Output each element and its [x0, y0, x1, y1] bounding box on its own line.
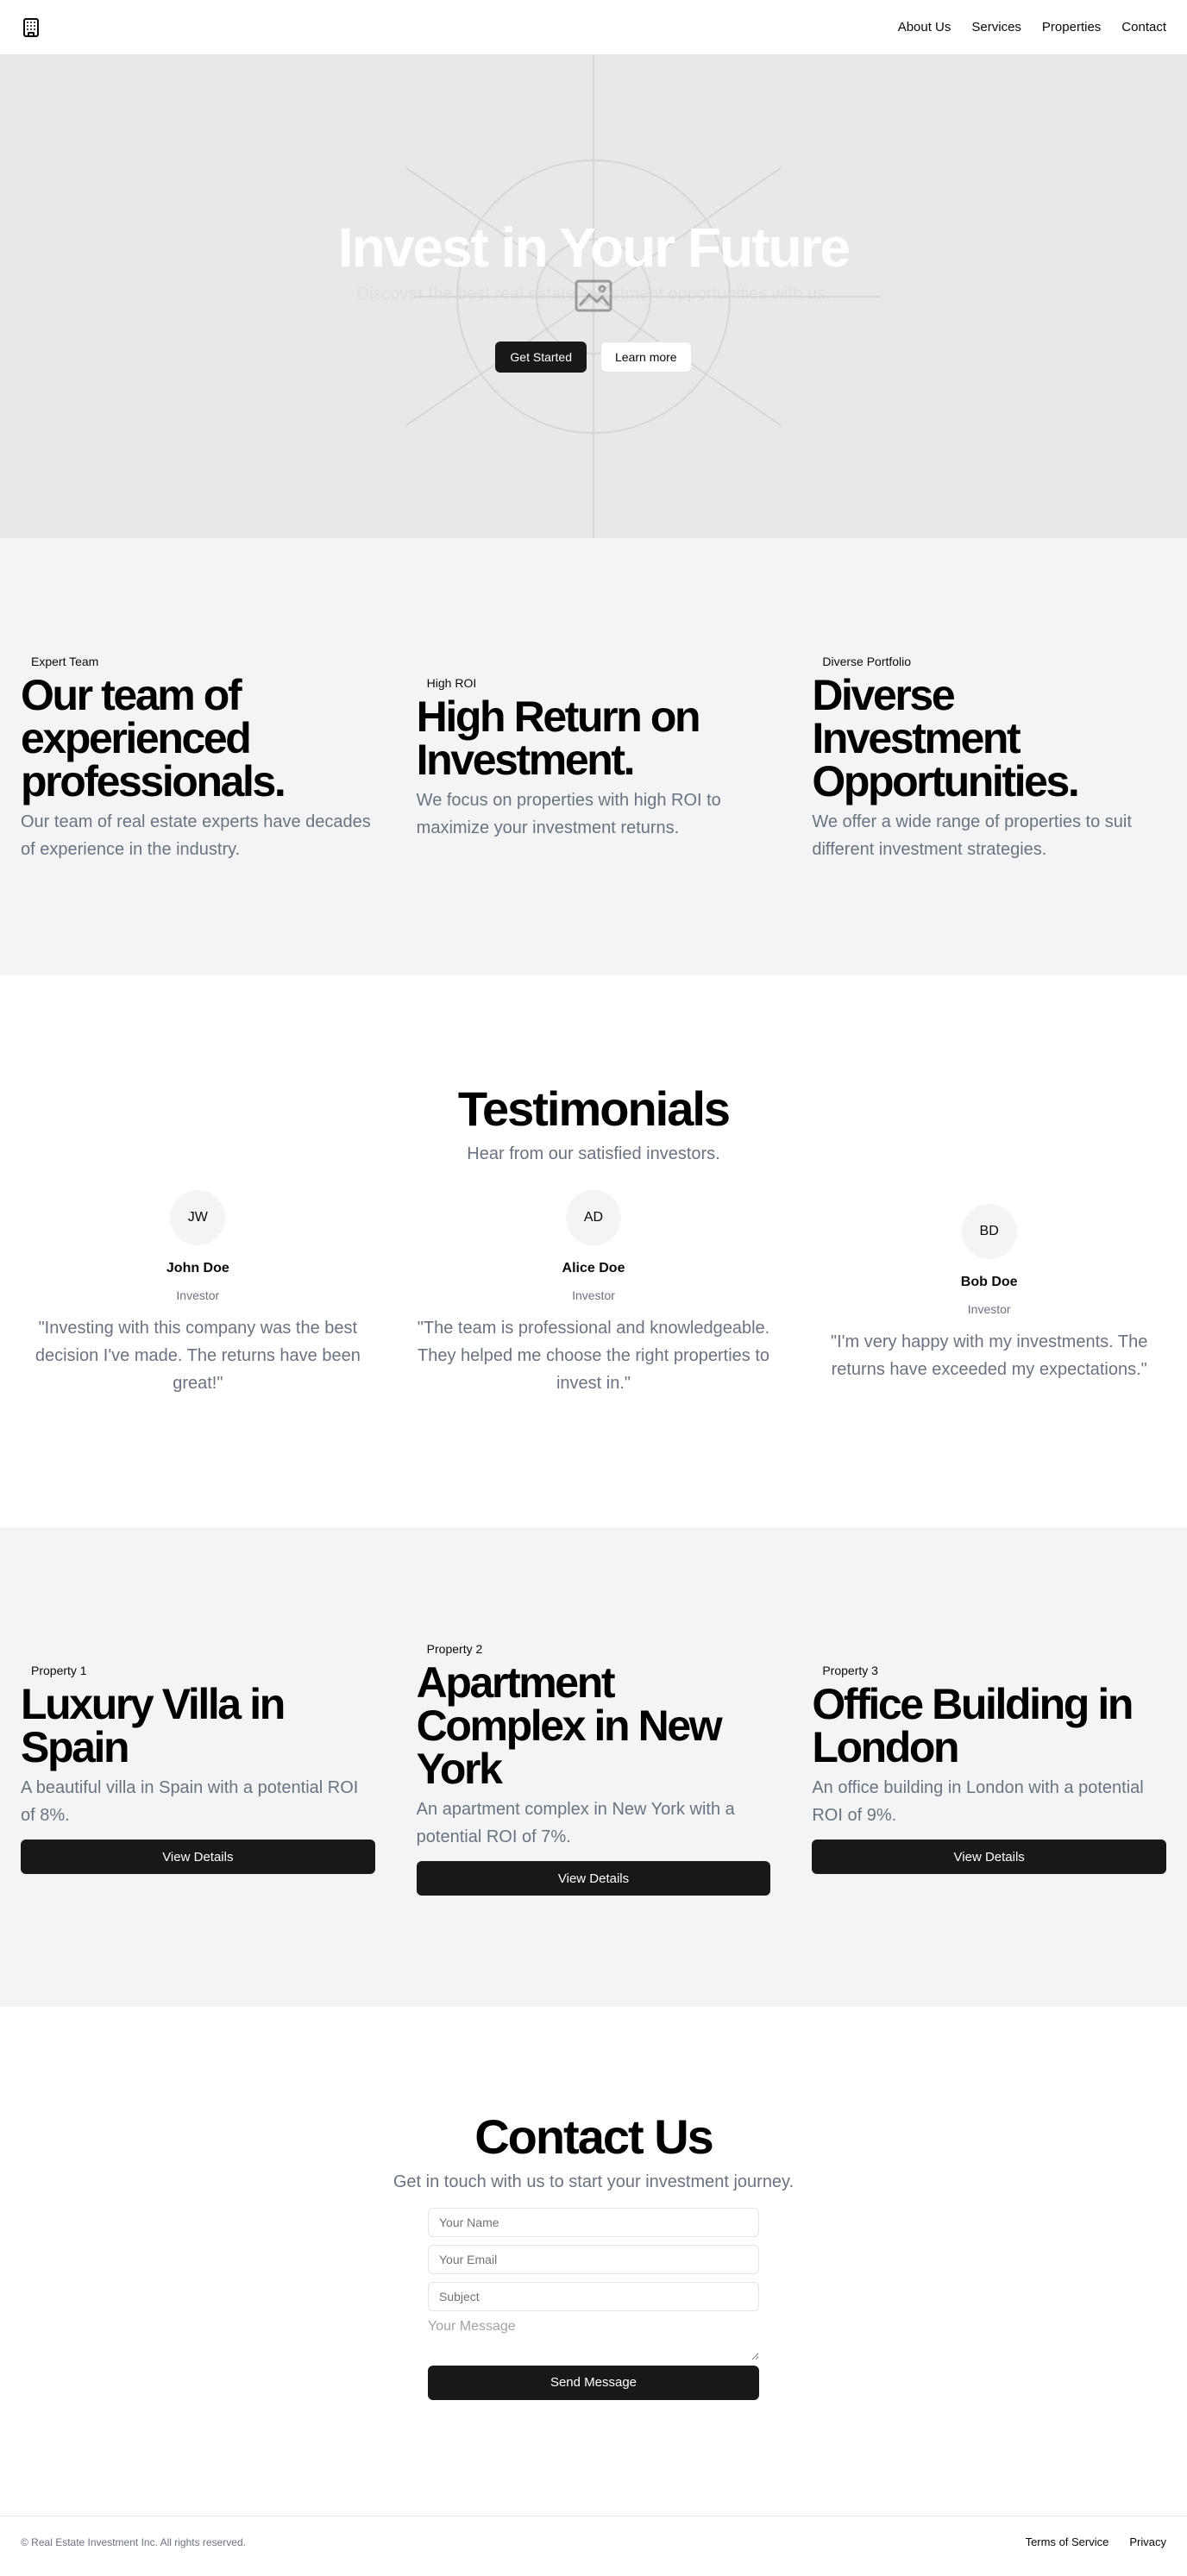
footer: © Real Estate Investment Inc. All rights…	[0, 2516, 1187, 2567]
testimonial-role: Investor	[572, 1288, 615, 1302]
property-badge: Property 2	[416, 1639, 493, 1659]
property-title: Office Building in London	[812, 1680, 1134, 1771]
testimonial-role: Investor	[967, 1301, 1011, 1316]
properties-section: Property 1 Luxury Villa in Spain A beaut…	[0, 1527, 1187, 2007]
hero-title: Invest in Your Future	[337, 216, 851, 279]
privacy-link[interactable]: Privacy	[1129, 2535, 1166, 2548]
property-title: Apartment Complex in New York	[416, 1658, 723, 1793]
hero-section: Invest in Your Future Discover the best …	[0, 55, 1187, 538]
hero-subtitle: Discover the best real estate investment…	[356, 285, 831, 304]
feature-badge: Expert Team	[21, 650, 110, 672]
get-started-button[interactable]: Get Started	[495, 342, 587, 373]
feature-title: Diverse Investment Opportunities.	[812, 670, 1079, 805]
view-details-button[interactable]: View Details	[416, 1861, 771, 1896]
property-text: A beautiful villa in Spain with a potent…	[21, 1778, 359, 1825]
avatar: BD	[961, 1203, 1017, 1259]
nav-links: About Us Services Properties Contact	[898, 20, 1166, 34]
copyright-text: © Real Estate Investment Inc. All rights…	[21, 2535, 246, 2548]
name-field[interactable]	[428, 2207, 759, 2237]
testimonial-card: JW John Doe Investor "Investing with thi…	[21, 1189, 375, 1397]
feature-title: High Return on Investment.	[416, 692, 701, 784]
property-card: Property 2 Apartment Complex in New York…	[416, 1639, 771, 1896]
nav-link-properties[interactable]: Properties	[1042, 20, 1101, 34]
feature-card: Expert Team Our team of experienced prof…	[21, 650, 375, 863]
contact-section: Contact Us Get in touch with us to start…	[0, 2007, 1187, 2516]
feature-text: We focus on properties with high ROI to …	[416, 790, 721, 837]
view-details-button[interactable]: View Details	[21, 1840, 375, 1874]
testimonials-list: JW John Doe Investor "Investing with thi…	[0, 1189, 1187, 1397]
testimonials-subtitle: Hear from our satisfied investors.	[467, 1144, 720, 1163]
view-details-button[interactable]: View Details	[812, 1840, 1167, 1874]
testimonials-section: Testimonials Hear from our satisfied inv…	[0, 975, 1187, 1527]
testimonial-card: BD Bob Doe Investor "I'm very happy with…	[812, 1203, 1166, 1383]
feature-text: We offer a wide range of properties to s…	[812, 812, 1132, 859]
testimonial-name: Bob Doe	[960, 1274, 1018, 1289]
feature-badge: Diverse Portfolio	[812, 650, 922, 672]
testimonial-quote: "The team is professional and knowledgea…	[417, 1318, 770, 1393]
avatar: JW	[170, 1189, 226, 1245]
footer-links: Terms of Service Privacy	[1026, 2535, 1166, 2548]
feature-badge: High ROI	[416, 672, 487, 693]
hero-content: Invest in Your Future Discover the best …	[0, 55, 1187, 538]
feature-title: Our team of experienced professionals.	[21, 670, 286, 805]
feature-card: High ROI High Return on Investment. We f…	[416, 672, 771, 842]
feature-card: Diverse Portfolio Diverse Investment Opp…	[812, 650, 1166, 863]
testimonials-title: Testimonials	[457, 1081, 731, 1136]
property-badge: Property 3	[812, 1660, 889, 1681]
property-text: An office building in London with a pote…	[812, 1778, 1144, 1825]
avatar: AD	[566, 1189, 621, 1245]
property-card: Property 1 Luxury Villa in Spain A beaut…	[21, 1660, 375, 1874]
subject-field[interactable]	[428, 2281, 759, 2311]
nav-link-contact[interactable]: Contact	[1121, 20, 1166, 34]
building-icon[interactable]	[21, 17, 41, 38]
feature-text: Our team of real estate experts have dec…	[21, 812, 371, 859]
property-badge: Property 1	[21, 1660, 97, 1681]
testimonial-quote: "Investing with this company was the bes…	[35, 1318, 361, 1393]
contact-subtitle: Get in touch with us to start your inves…	[393, 2172, 794, 2191]
message-field[interactable]	[428, 2318, 759, 2360]
email-field[interactable]	[428, 2244, 759, 2274]
contact-form: Send Message	[428, 2207, 759, 2400]
nav-link-services[interactable]: Services	[971, 20, 1021, 34]
testimonial-role: Investor	[176, 1288, 220, 1302]
nav-link-about-us[interactable]: About Us	[898, 20, 951, 34]
learn-more-button[interactable]: Learn more	[600, 342, 692, 373]
property-title: Luxury Villa in Spain	[21, 1680, 286, 1771]
contact-title: Contact Us	[474, 2109, 714, 2164]
testimonial-name: Alice Doe	[562, 1260, 625, 1275]
top-nav: About Us Services Properties Contact	[0, 0, 1187, 55]
property-text: An apartment complex in New York with a …	[416, 1800, 735, 1846]
testimonial-quote: "I'm very happy with my investments. The…	[831, 1332, 1148, 1379]
terms-of-service-link[interactable]: Terms of Service	[1026, 2535, 1109, 2548]
hero-actions: Get Started Learn more	[0, 342, 1187, 373]
property-card: Property 3 Office Building in London An …	[812, 1660, 1167, 1874]
features-section: Expert Team Our team of experienced prof…	[0, 538, 1187, 975]
send-message-button[interactable]: Send Message	[428, 2365, 759, 2400]
testimonial-card: AD Alice Doe Investor "The team is profe…	[417, 1189, 771, 1397]
testimonial-name: John Doe	[166, 1260, 229, 1275]
